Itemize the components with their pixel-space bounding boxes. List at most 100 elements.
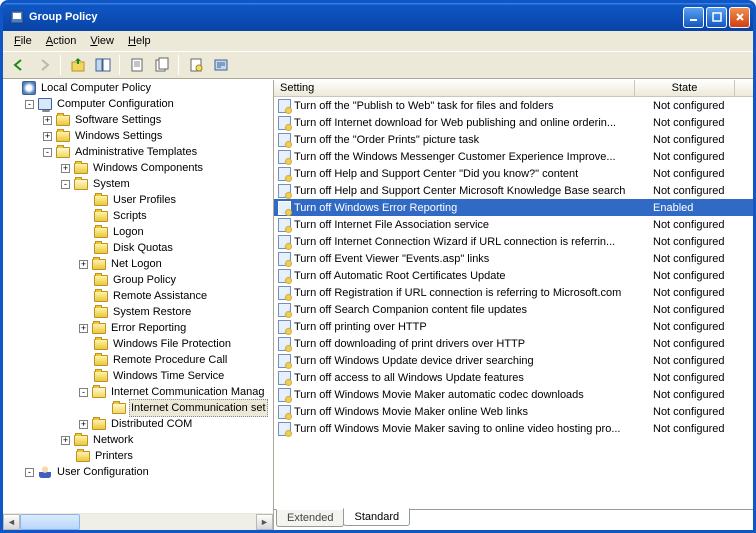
tree-node-printers[interactable]: Printers — [3, 448, 273, 464]
list-row[interactable]: Turn off Help and Support Center "Did yo… — [274, 165, 753, 182]
tree-horizontal-scrollbar[interactable]: ◄ ► — [3, 513, 273, 530]
column-header-setting[interactable]: Setting — [274, 80, 635, 96]
menu-help[interactable]: Help — [121, 33, 158, 49]
minimize-button[interactable] — [683, 7, 704, 28]
show-hide-tree-button[interactable] — [91, 54, 114, 76]
up-button[interactable] — [66, 54, 89, 76]
list-row[interactable]: Turn off Registration if URL connection … — [274, 284, 753, 301]
list-row[interactable]: Turn off the Windows Messenger Customer … — [274, 148, 753, 165]
list-row[interactable]: Turn off Event Viewer "Events.asp" links… — [274, 250, 753, 267]
tree-node-computer-config[interactable]: -Computer Configuration — [3, 96, 273, 112]
policy-icon — [276, 149, 292, 165]
tree-node-label: Remote Assistance — [111, 288, 209, 304]
scroll-left-button[interactable]: ◄ — [3, 514, 20, 530]
list-row[interactable]: Turn off Internet download for Web publi… — [274, 114, 753, 131]
list-row[interactable]: Turn off Windows Movie Maker online Web … — [274, 403, 753, 420]
filter-button[interactable] — [184, 54, 207, 76]
expand-icon[interactable]: + — [61, 436, 70, 445]
tree-node-root[interactable]: Local Computer Policy — [3, 80, 273, 96]
tab-extended[interactable]: Extended — [276, 509, 344, 527]
forward-button[interactable] — [32, 54, 55, 76]
tab-standard[interactable]: Standard — [343, 508, 410, 526]
list-state-text: Not configured — [653, 389, 753, 401]
policy-icon — [276, 404, 292, 420]
tree-node-internet-comm-settings[interactable]: Internet Communication set — [3, 400, 273, 416]
column-header-state[interactable]: State — [635, 80, 735, 96]
column-header-pad — [735, 80, 753, 96]
list-row[interactable]: Turn off Help and Support Center Microso… — [274, 182, 753, 199]
list-row[interactable]: Turn off access to all Windows Update fe… — [274, 369, 753, 386]
folder-icon — [55, 128, 71, 144]
policy-icon — [276, 319, 292, 335]
tree-node-logon[interactable]: Logon — [3, 224, 273, 240]
tree-node-windows-components[interactable]: +Windows Components — [3, 160, 273, 176]
scrollbar-track[interactable] — [20, 514, 256, 530]
tree-node-windows-time-service[interactable]: Windows Time Service — [3, 368, 273, 384]
list-row[interactable]: Turn off Windows Error ReportingEnabled — [274, 199, 753, 216]
tree-node-group-policy[interactable]: Group Policy — [3, 272, 273, 288]
folder-icon — [73, 176, 89, 192]
tree-node-remote-procedure-call[interactable]: Remote Procedure Call — [3, 352, 273, 368]
close-button[interactable] — [729, 7, 750, 28]
expand-icon[interactable]: - — [79, 388, 88, 397]
list-row[interactable]: Turn off downloading of print drivers ov… — [274, 335, 753, 352]
app-icon — [9, 9, 25, 25]
tree-node-admin-templates[interactable]: -Administrative Templates — [3, 144, 273, 160]
list-row[interactable]: Turn off Internet File Association servi… — [274, 216, 753, 233]
expand-icon[interactable]: + — [79, 324, 88, 333]
list-setting-text: Turn off the Windows Messenger Customer … — [294, 151, 653, 163]
list-state-text: Not configured — [653, 304, 753, 316]
tree-node-remote-assistance[interactable]: Remote Assistance — [3, 288, 273, 304]
list-row[interactable]: Turn off Windows Update device driver se… — [274, 352, 753, 369]
expand-icon[interactable]: + — [43, 116, 52, 125]
expand-icon[interactable]: + — [79, 420, 88, 429]
list-row[interactable]: Turn off the "Publish to Web" task for f… — [274, 97, 753, 114]
tree-node-internet-comm-mgmt[interactable]: -Internet Communication Manag — [3, 384, 273, 400]
tree-node-user-config[interactable]: -User Configuration — [3, 464, 273, 480]
tree-node-error-reporting[interactable]: +Error Reporting — [3, 320, 273, 336]
properties-button[interactable] — [125, 54, 148, 76]
list-row[interactable]: Turn off Windows Movie Maker automatic c… — [274, 386, 753, 403]
scroll-right-button[interactable]: ► — [256, 514, 273, 530]
tree-node-software-settings[interactable]: +Software Settings — [3, 112, 273, 128]
menu-file[interactable]: File — [7, 33, 39, 49]
template-button[interactable] — [209, 54, 232, 76]
expand-icon[interactable]: + — [79, 260, 88, 269]
list-row[interactable]: Turn off the "Order Prints" picture task… — [274, 131, 753, 148]
export-list-button[interactable] — [150, 54, 173, 76]
expand-icon[interactable]: - — [61, 180, 70, 189]
tree-node-network[interactable]: +Network — [3, 432, 273, 448]
list-state-text: Not configured — [653, 338, 753, 350]
folder-icon — [91, 416, 107, 432]
back-button[interactable] — [7, 54, 30, 76]
tree-node-net-logon[interactable]: +Net Logon — [3, 256, 273, 272]
expand-icon[interactable]: - — [43, 148, 52, 157]
titlebar[interactable]: Group Policy — [3, 3, 753, 31]
tree-body[interactable]: Local Computer Policy-Computer Configura… — [3, 80, 273, 513]
list-body[interactable]: Turn off the "Publish to Web" task for f… — [274, 97, 753, 508]
expand-icon[interactable]: + — [43, 132, 52, 141]
menu-view[interactable]: View — [83, 33, 121, 49]
tree-node-system[interactable]: -System — [3, 176, 273, 192]
tree-node-windows-settings[interactable]: +Windows Settings — [3, 128, 273, 144]
tree-node-windows-file-protection[interactable]: Windows File Protection — [3, 336, 273, 352]
list-row[interactable]: Turn off Windows Movie Maker saving to o… — [274, 420, 753, 437]
folder-icon — [91, 384, 107, 400]
tree-node-disk-quotas[interactable]: Disk Quotas — [3, 240, 273, 256]
tree-node-user-profiles[interactable]: User Profiles — [3, 192, 273, 208]
list-setting-text: Turn off Search Companion content file u… — [294, 304, 653, 316]
folder-icon — [93, 192, 109, 208]
list-row[interactable]: Turn off printing over HTTPNot configure… — [274, 318, 753, 335]
menu-action[interactable]: Action — [39, 33, 84, 49]
expand-icon[interactable]: + — [61, 164, 70, 173]
list-row[interactable]: Turn off Internet Connection Wizard if U… — [274, 233, 753, 250]
tree-node-distributed-com[interactable]: +Distributed COM — [3, 416, 273, 432]
tree-node-scripts[interactable]: Scripts — [3, 208, 273, 224]
expand-icon[interactable]: - — [25, 468, 34, 477]
maximize-button[interactable] — [706, 7, 727, 28]
scrollbar-thumb[interactable] — [20, 514, 80, 530]
expand-icon[interactable]: - — [25, 100, 34, 109]
tree-node-system-restore[interactable]: System Restore — [3, 304, 273, 320]
list-row[interactable]: Turn off Search Companion content file u… — [274, 301, 753, 318]
list-row[interactable]: Turn off Automatic Root Certificates Upd… — [274, 267, 753, 284]
